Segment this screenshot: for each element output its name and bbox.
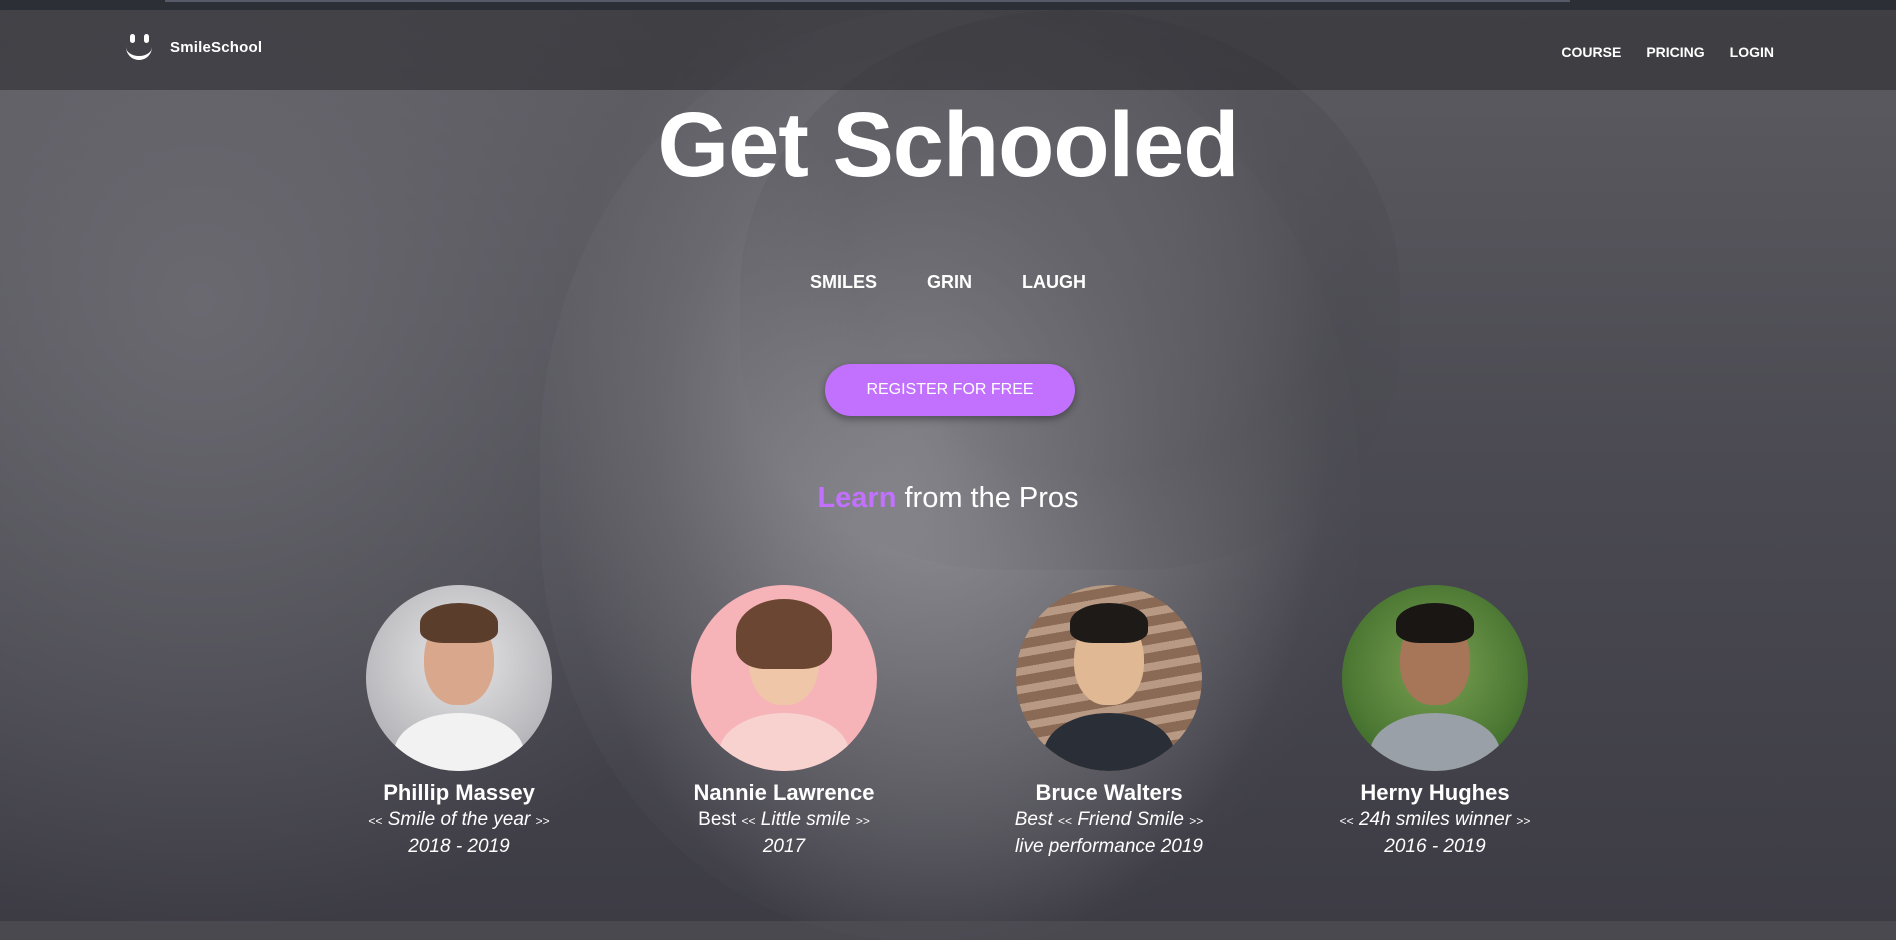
- quote-open: <<: [1058, 814, 1073, 828]
- pro-name: Nannie Lawrence: [693, 780, 875, 805]
- pro-award: Friend Smile: [1077, 809, 1184, 830]
- pro-title: Best << Little smile >>: [664, 807, 904, 834]
- pro-name: Herny Hughes: [1360, 780, 1510, 805]
- pro-award: Little smile: [760, 809, 851, 830]
- learn-heading: Learn from the Pros: [0, 482, 1896, 515]
- avatar: [691, 585, 877, 771]
- avatar: [1016, 585, 1202, 771]
- quote-open: <<: [368, 814, 383, 828]
- pros-section: Phillip Massey << Smile of the year >> 2…: [0, 585, 1896, 885]
- nav-link-course[interactable]: COURSE: [1561, 44, 1621, 60]
- nav-links: COURSE PRICING LOGIN: [1561, 44, 1774, 60]
- hero-tabs: SMILES GRIN LAUGH: [0, 272, 1896, 293]
- register-button[interactable]: REGISTER FOR FREE: [825, 364, 1075, 416]
- pro-award: 24h smiles winner: [1358, 809, 1512, 830]
- logo-mouth: [126, 42, 152, 60]
- quote-close: >>: [1516, 814, 1531, 828]
- quote-close: >>: [535, 814, 550, 828]
- pro-title: << Smile of the year >>: [339, 807, 579, 834]
- avatar-hair: [736, 599, 832, 669]
- logo-text: SmileSchool: [170, 38, 263, 56]
- avatar: [1342, 585, 1528, 771]
- top-strip-line: [165, 0, 1570, 2]
- pro-years: 2017: [762, 836, 806, 857]
- avatar-shirt: [719, 713, 849, 771]
- navbar: SmileSchool COURSE PRICING LOGIN: [0, 10, 1896, 90]
- avatar-hair: [1396, 603, 1474, 643]
- pro-years: 2016 - 2019: [1384, 836, 1486, 857]
- quote-open: <<: [1339, 814, 1354, 828]
- pro-years: live performance 2019: [1015, 836, 1203, 857]
- browser-top-strip: [0, 0, 1896, 10]
- pro-card[interactable]: Phillip Massey << Smile of the year >> 2…: [339, 585, 579, 859]
- pro-name: Bruce Walters: [1035, 780, 1183, 805]
- logo[interactable]: SmileSchool: [124, 32, 262, 62]
- learn-rest: from the Pros: [896, 482, 1079, 514]
- pro-prefix: Best: [698, 809, 737, 830]
- pro-title: Best << Friend Smile >>: [989, 807, 1229, 834]
- pro-card[interactable]: Nannie Lawrence Best << Little smile >> …: [664, 585, 904, 859]
- avatar-shirt: [394, 713, 524, 771]
- pro-name: Phillip Massey: [383, 780, 535, 805]
- avatar-shirt: [1370, 713, 1500, 771]
- pro-award: Smile of the year: [387, 809, 531, 830]
- tab-smiles[interactable]: SMILES: [810, 272, 877, 293]
- tab-laugh[interactable]: LAUGH: [1022, 272, 1086, 293]
- nav-link-pricing[interactable]: PRICING: [1646, 44, 1704, 60]
- pro-card[interactable]: Herny Hughes << 24h smiles winner >> 201…: [1315, 585, 1555, 859]
- tab-grin[interactable]: GRIN: [927, 272, 972, 293]
- avatar: [366, 585, 552, 771]
- avatar-hair: [1070, 603, 1148, 643]
- hero-headline: Get Schooled: [657, 94, 1240, 196]
- smiley-face-icon: [124, 32, 156, 62]
- quote-open: <<: [741, 814, 756, 828]
- pro-years: 2018 - 2019: [408, 836, 510, 857]
- quote-close: >>: [855, 814, 870, 828]
- avatar-suit: [1044, 713, 1174, 771]
- pro-title: << 24h smiles winner >>: [1315, 807, 1555, 834]
- learn-accent: Learn: [817, 482, 897, 514]
- avatar-hair: [420, 603, 498, 643]
- quote-close: >>: [1189, 814, 1204, 828]
- nav-link-login[interactable]: LOGIN: [1730, 44, 1774, 60]
- pro-prefix: Best: [1014, 809, 1053, 830]
- pro-card[interactable]: Bruce Walters Best << Friend Smile >> li…: [989, 585, 1229, 859]
